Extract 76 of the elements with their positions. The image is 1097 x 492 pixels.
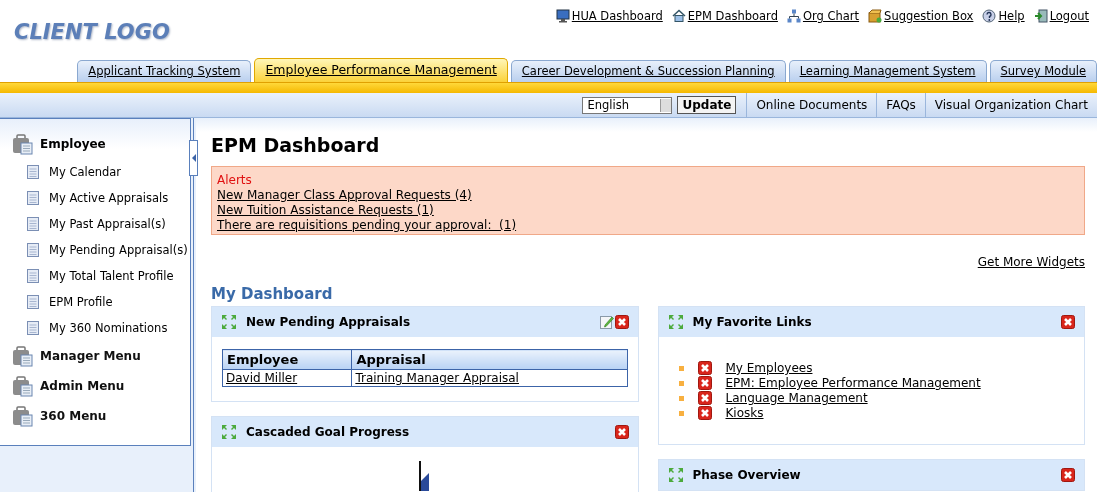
bullet-icon: [678, 380, 684, 386]
close-icon[interactable]: [1061, 468, 1075, 482]
briefcase-icon: [12, 405, 34, 427]
close-icon[interactable]: [614, 425, 629, 439]
sidebar-menu[interactable]: Admin Menu: [0, 371, 190, 401]
header-link[interactable]: EPM Dashboard: [671, 9, 778, 23]
chart-fragment-drawing: [418, 461, 431, 491]
language-select[interactable]: English: [582, 96, 673, 114]
sidebar-item[interactable]: My Past Appraisal(s): [0, 211, 190, 237]
briefcase-icon: [12, 375, 34, 397]
remove-icon[interactable]: [697, 361, 712, 375]
module-tab[interactable]: Career Development & Succession Planning: [510, 60, 786, 82]
client-logo: CLIENT LOGO: [14, 20, 170, 44]
collapse-handle-icon[interactable]: [189, 140, 198, 176]
favorite-link[interactable]: EPM: Employee Performance Management: [725, 376, 981, 390]
dashboard-title: My Dashboard: [211, 285, 334, 303]
bullet-icon: [678, 395, 684, 401]
page-icon: [27, 269, 39, 283]
monitor-icon: [555, 9, 570, 23]
favorite-link[interactable]: Kiosks: [725, 406, 764, 420]
help-icon: [982, 9, 997, 23]
header-link[interactable]: Help: [982, 9, 1025, 23]
page-icon: [27, 295, 39, 309]
page-title: EPM Dashboard: [211, 134, 381, 156]
module-tab[interactable]: Employee Performance Management: [254, 58, 508, 82]
close-icon[interactable]: [1061, 315, 1075, 329]
sidebar-menu[interactable]: Manager Menu: [0, 341, 190, 371]
org-chart-icon: [786, 9, 801, 23]
briefcase-icon: [12, 133, 34, 155]
favorite-link[interactable]: My Employees: [725, 361, 813, 375]
box-icon: [868, 9, 883, 23]
widget-title: Phase Overview: [692, 468, 802, 482]
header-link[interactable]: HUA Dashboard: [555, 9, 663, 23]
sidebar-item[interactable]: My Total Talent Profile: [0, 263, 190, 289]
sidebar-item[interactable]: My Pending Appraisal(s): [0, 237, 190, 263]
sidebar-item[interactable]: EPM Profile: [0, 289, 190, 315]
page-icon: [27, 243, 39, 257]
column-header: Appraisal: [351, 349, 627, 370]
home-icon: [671, 9, 686, 23]
toolbar-link[interactable]: FAQs: [876, 93, 925, 117]
sidebar-menu[interactable]: 360 Menu: [0, 401, 190, 431]
toolbar-link[interactable]: Online Documents: [746, 93, 877, 117]
sidebar-menu[interactable]: Employee: [0, 129, 190, 159]
remove-icon[interactable]: [697, 391, 712, 405]
alert-link[interactable]: There are requisitions pending your approval: (1): [217, 218, 517, 232]
alert-link[interactable]: New Manager Class Approval Requests (4): [217, 188, 472, 202]
close-icon[interactable]: [614, 315, 629, 329]
page-icon: [27, 217, 39, 231]
column-header: Employee: [222, 349, 352, 370]
module-tab[interactable]: Applicant Tracking System: [77, 60, 252, 82]
page-icon: [27, 191, 39, 205]
page-icon: [27, 165, 39, 179]
module-tab[interactable]: Learning Management System: [788, 60, 987, 82]
update-button[interactable]: Update: [677, 96, 737, 114]
header-link[interactable]: Suggestion Box: [868, 9, 974, 23]
sidebar-item[interactable]: My Calendar: [0, 159, 190, 185]
header-link[interactable]: Org Chart: [786, 9, 860, 23]
alerts-title: Alerts: [217, 173, 252, 187]
remove-icon[interactable]: [697, 376, 712, 390]
widget-title: New Pending Appraisals: [246, 315, 412, 329]
sidebar-item[interactable]: My Active Appraisals: [0, 185, 190, 211]
favorite-link[interactable]: Language Management: [725, 391, 868, 405]
briefcase-icon: [12, 345, 34, 367]
remove-icon[interactable]: [697, 406, 712, 420]
widget-title: My Favorite Links: [692, 315, 813, 329]
header-link[interactable]: Logout: [1033, 9, 1089, 23]
logout-icon: [1033, 9, 1048, 23]
toolbar-link[interactable]: Visual Organization Chart: [924, 93, 1097, 117]
sidebar-item[interactable]: My 360 Nominations: [0, 315, 190, 341]
alert-link[interactable]: New Tuition Assistance Requests (1): [217, 203, 434, 217]
widget-title: Cascaded Goal Progress: [246, 425, 411, 439]
bullet-icon: [678, 365, 684, 371]
get-more-widgets-link[interactable]: Get More Widgets: [977, 255, 1085, 269]
page-icon: [27, 321, 39, 335]
module-tab[interactable]: Survey Module: [989, 60, 1097, 82]
bullet-icon: [678, 410, 684, 416]
